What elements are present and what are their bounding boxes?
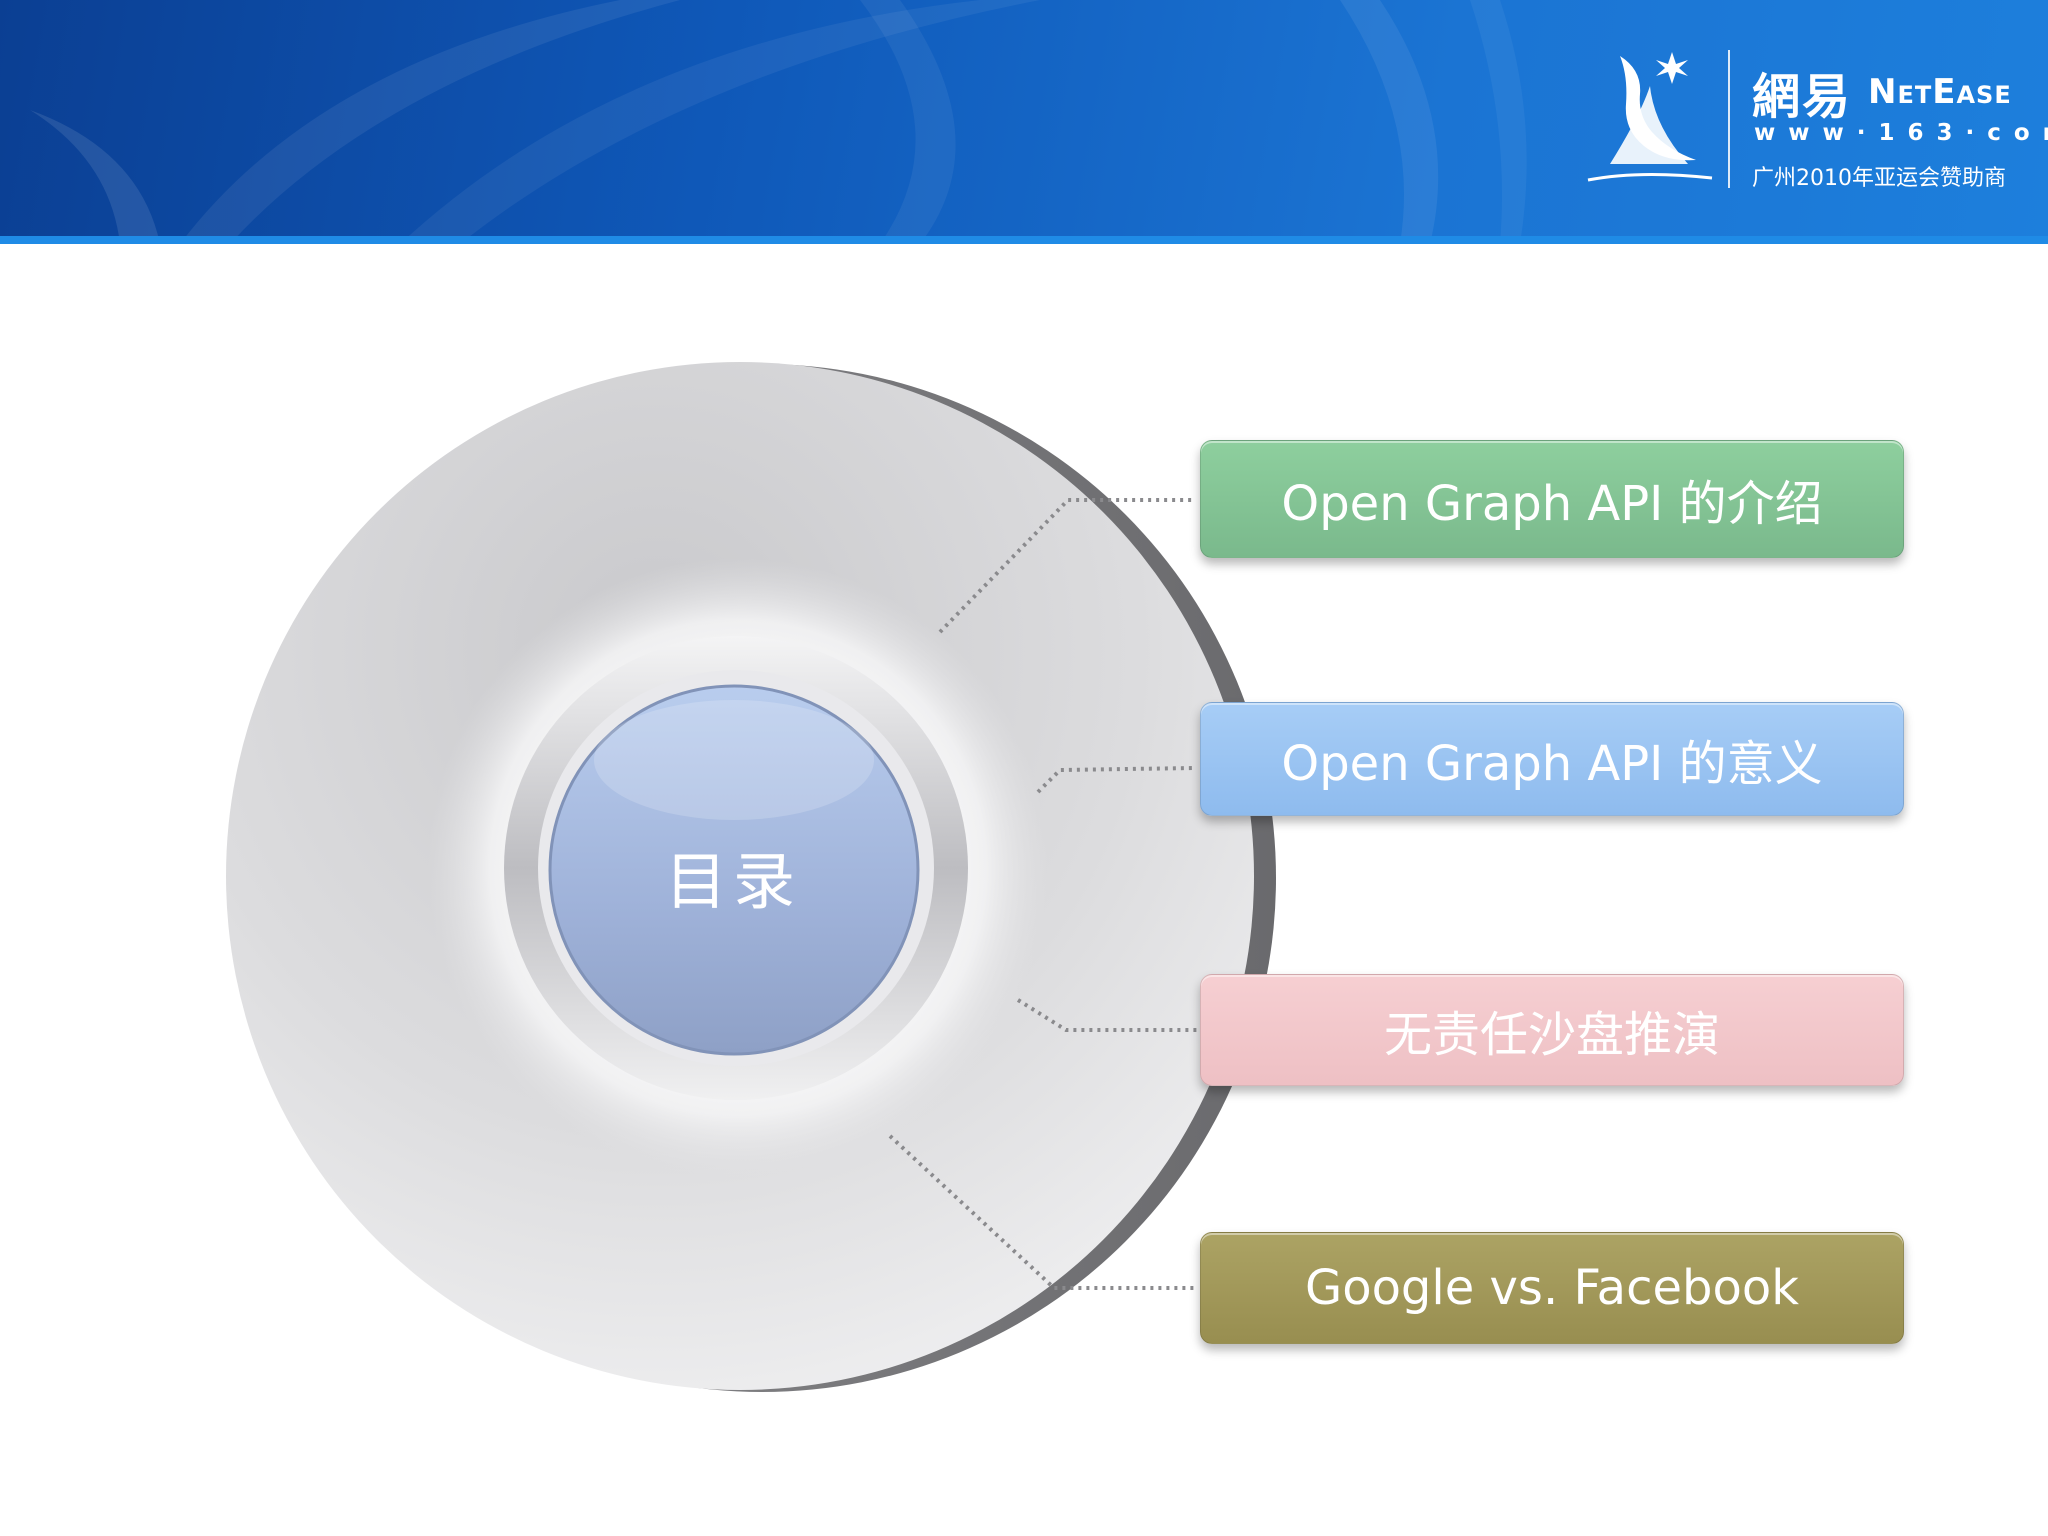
toc-item-2[interactable]: Open Graph API 的意义 [1200,702,1904,816]
toc-item-1[interactable]: Open Graph API 的介绍 [1200,440,1904,558]
center-label: 目录 [664,845,801,918]
toc-item-3[interactable]: 无责任沙盘推演 [1200,974,1904,1086]
toc-item-4[interactable]: Google vs. Facebook [1200,1232,1904,1344]
